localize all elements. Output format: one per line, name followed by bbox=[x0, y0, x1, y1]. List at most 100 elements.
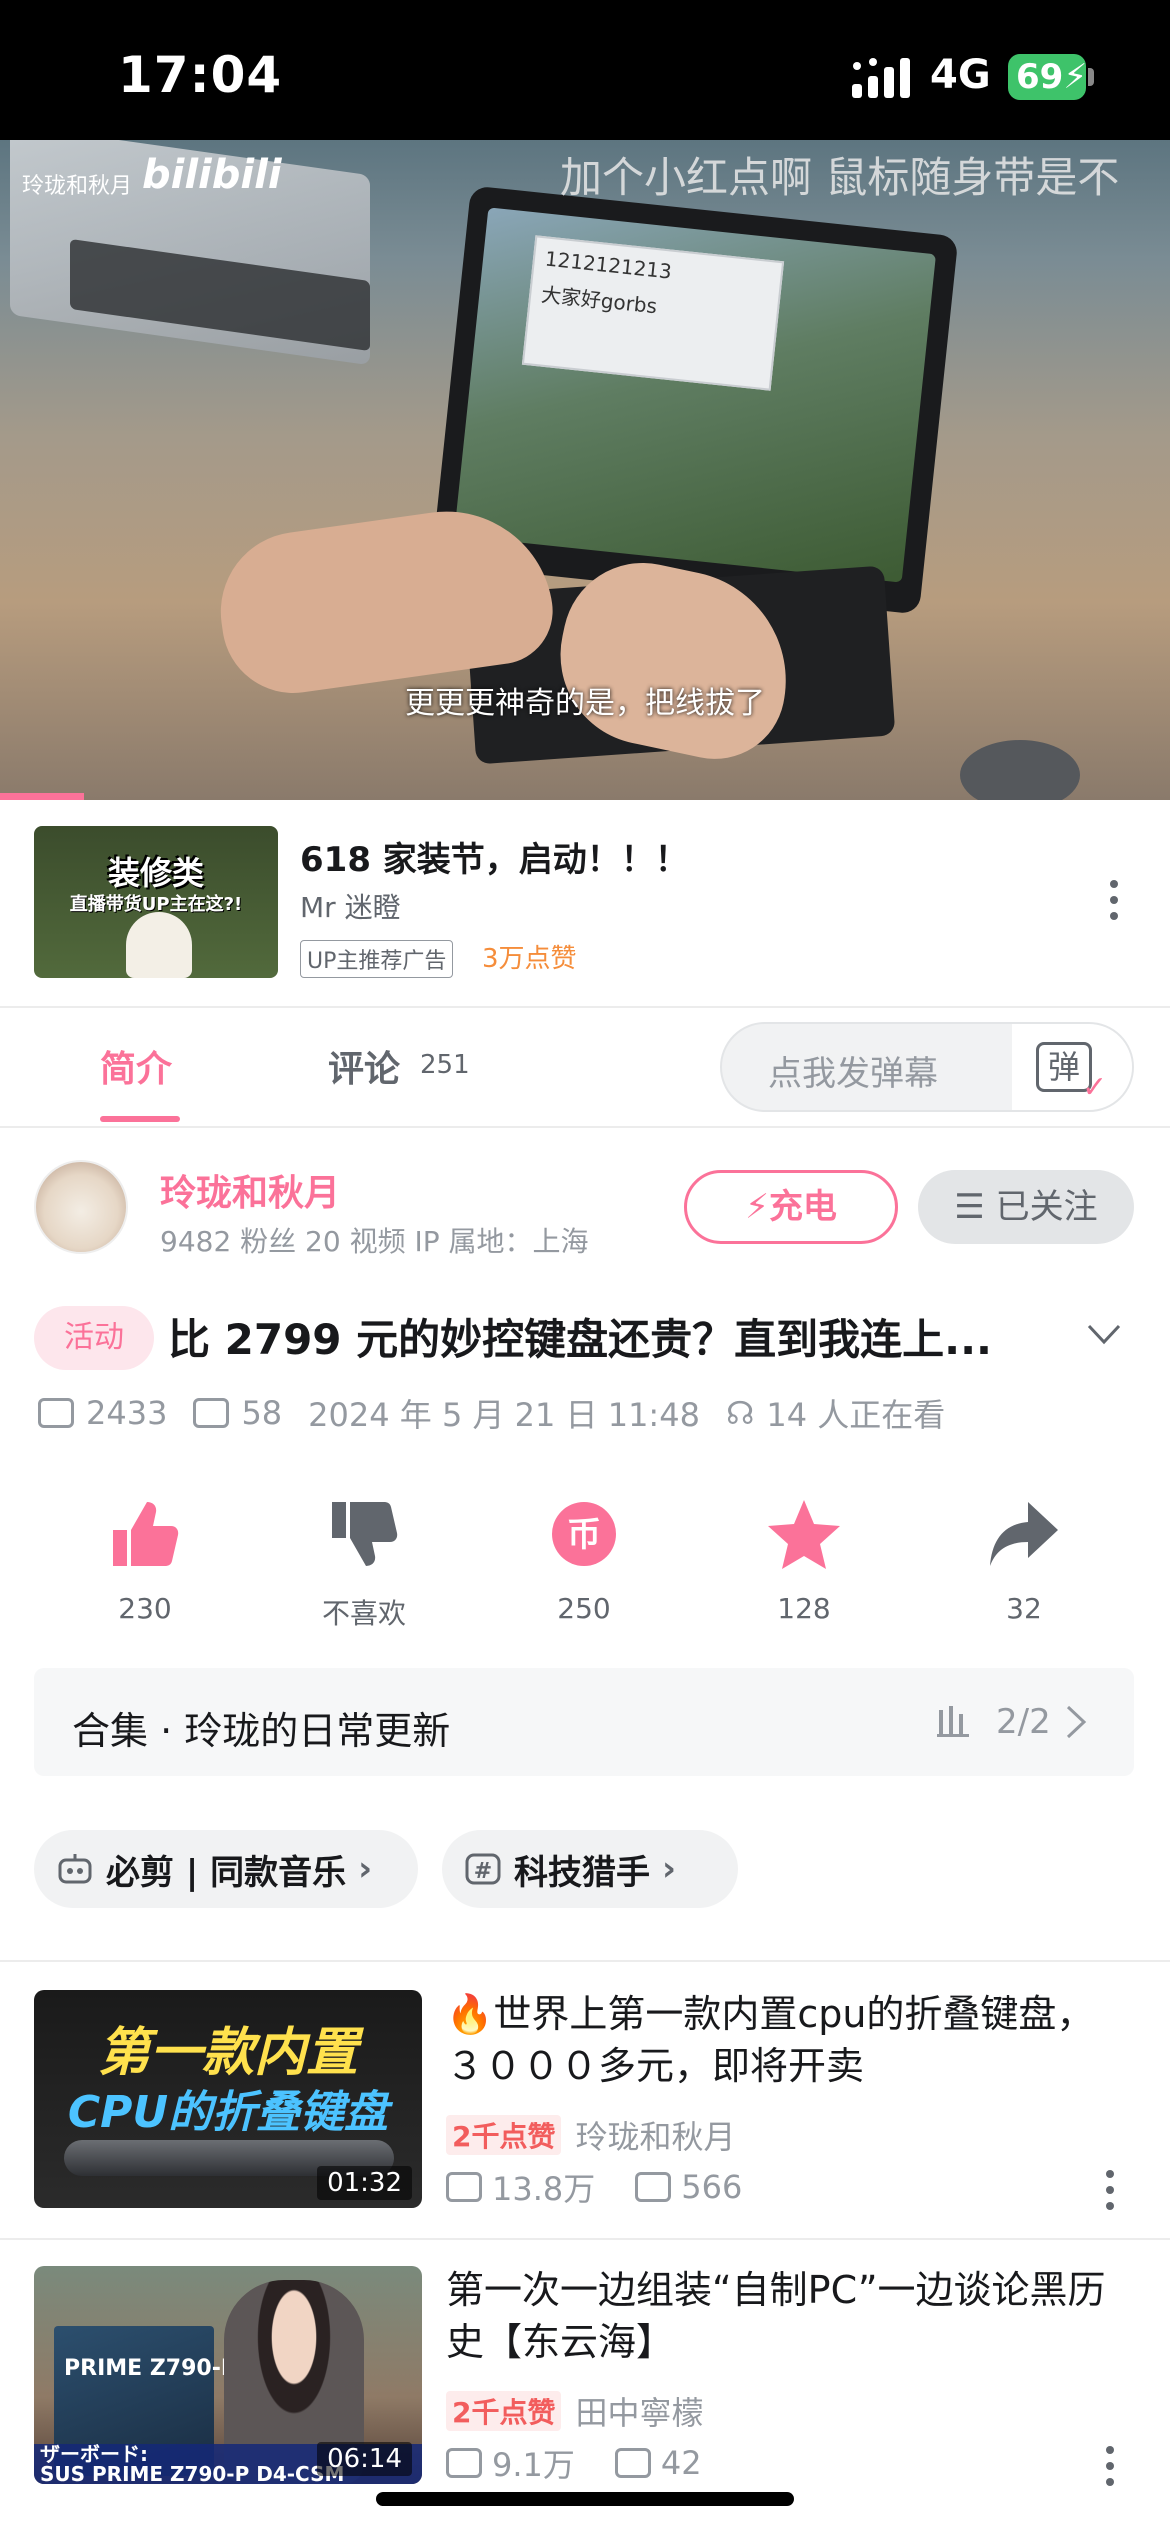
more-options-icon[interactable] bbox=[1108, 880, 1120, 928]
like-button[interactable]: 230 bbox=[65, 1494, 225, 1625]
home-indicator[interactable] bbox=[376, 2492, 794, 2506]
video-thumbnail[interactable]: PRIME Z790-P D4 ザーボード: SUS PRIME Z790-P … bbox=[34, 2266, 422, 2484]
meme-face-image bbox=[126, 912, 192, 978]
ad-badge: UP主推荐广告 bbox=[300, 940, 454, 978]
dislike-button[interactable]: 不喜欢 bbox=[284, 1494, 444, 1632]
activity-tag[interactable]: 活动 bbox=[34, 1306, 154, 1370]
danmaku-count: 58 bbox=[241, 1394, 283, 1432]
danmaku-count-icon bbox=[193, 1398, 230, 1428]
danmaku-toggle-button[interactable]: 弹 ✓ bbox=[1012, 1024, 1132, 1110]
collection-progress: 2/2 bbox=[996, 1702, 1051, 1742]
recommendation-meta: 2千点赞 玲珑和秋月 bbox=[446, 2112, 736, 2158]
tab-comments[interactable]: 评论 bbox=[328, 1040, 400, 1092]
ad-title[interactable]: 618 家装节，启动！！！ bbox=[300, 832, 689, 881]
hot-badge: 2千点赞 bbox=[446, 2115, 562, 2155]
screen-window: 1212121213 大家好gorbs bbox=[521, 235, 785, 391]
danmaku-count: 42 bbox=[660, 2444, 702, 2482]
bilibili-logo: bilibili bbox=[142, 152, 282, 198]
video-watermark: 玲珑和秋月 bbox=[22, 174, 133, 199]
coin-count: 250 bbox=[557, 1592, 611, 1625]
like-count: 230 bbox=[118, 1592, 172, 1625]
chevron-right-icon: › bbox=[662, 1849, 677, 1889]
uploader-name[interactable]: 玲珑和秋月 bbox=[160, 1164, 340, 1216]
danmaku-count-icon bbox=[635, 2172, 672, 2202]
recommendation-meta: 2千点赞 田中寧檬 bbox=[446, 2388, 704, 2434]
more-options-icon[interactable] bbox=[1104, 2170, 1116, 2218]
menu-icon: ☰ bbox=[954, 1187, 996, 1227]
network-type: 4G bbox=[930, 52, 991, 98]
video-thumbnail[interactable]: 第一款内置 CPU的折叠键盘 01:32 bbox=[34, 1990, 422, 2208]
divider bbox=[0, 1960, 1170, 1962]
more-options-icon[interactable] bbox=[1104, 2446, 1116, 2494]
recommendation-author: 玲珑和秋月 bbox=[575, 2118, 736, 2156]
tab-active-indicator bbox=[100, 1116, 180, 1122]
divider bbox=[0, 2238, 1170, 2240]
music-chip[interactable]: 必剪 | 同款音乐 › bbox=[34, 1830, 418, 1908]
collection-label: 合集 · 玲珑的日常更新 bbox=[72, 1709, 451, 1753]
recommendation-title[interactable]: 第一次一边组装“自制PC”一边谈论黑历史【东云海】 bbox=[446, 2264, 1106, 2368]
play-count-icon bbox=[38, 1398, 74, 1428]
mouse-image bbox=[960, 740, 1080, 800]
play-count: 2433 bbox=[86, 1394, 168, 1432]
favorite-button[interactable]: 128 bbox=[724, 1494, 884, 1625]
play-count-icon bbox=[446, 2448, 482, 2478]
tech-chip-label: 科技猎手 bbox=[514, 1852, 650, 1893]
watching-count: 14 人正在看 bbox=[766, 1396, 946, 1434]
video-progress-bar[interactable] bbox=[0, 793, 84, 800]
star-icon bbox=[768, 1500, 840, 1569]
chevron-down-icon[interactable] bbox=[1086, 1322, 1122, 1346]
charge-label: 充电 bbox=[768, 1187, 837, 1227]
clock: 17:04 bbox=[118, 46, 283, 104]
coin-button[interactable]: 币 250 bbox=[504, 1494, 664, 1625]
tab-intro[interactable]: 简介 bbox=[100, 1040, 172, 1092]
status-bar: 17:04 4G 69⚡ bbox=[0, 0, 1170, 140]
playlist-icon bbox=[937, 1706, 969, 1737]
svg-text:#: # bbox=[474, 1859, 492, 1884]
lightning-icon: ⚡ bbox=[745, 1187, 769, 1227]
recommendation-stats: 9.1万 42 bbox=[446, 2440, 702, 2486]
publish-date: 2024 年 5 月 21 日 11:48 bbox=[308, 1396, 700, 1434]
recommendation-stats: 13.8万 566 bbox=[446, 2164, 742, 2210]
thumbs-down-icon bbox=[332, 1502, 398, 1566]
robot-icon bbox=[58, 1854, 92, 1884]
danmaku-input[interactable]: 点我发弹幕 bbox=[768, 1046, 938, 1095]
music-chip-label: 必剪 | 同款音乐 bbox=[106, 1852, 347, 1893]
play-count: 9.1万 bbox=[492, 2446, 575, 2484]
ad-author[interactable]: Mr 迷瞪 bbox=[300, 886, 401, 926]
play-count-icon bbox=[446, 2172, 482, 2202]
follow-button[interactable]: ☰ 已关注 bbox=[918, 1170, 1134, 1244]
ad-thumb-title: 装修类 bbox=[107, 854, 204, 892]
danmaku-count: 566 bbox=[681, 2168, 743, 2206]
thumb-caption: CPU的折叠键盘 bbox=[67, 2087, 389, 2138]
viewers-icon: ☊ bbox=[725, 1394, 755, 1432]
thumbs-up-icon bbox=[113, 1502, 179, 1566]
recommendation-author: 田中寧檬 bbox=[575, 2394, 704, 2432]
tech-chip[interactable]: # 科技猎手 › bbox=[442, 1830, 738, 1908]
battery-tip bbox=[1088, 68, 1094, 86]
recommendation-title[interactable]: 🔥世界上第一款内置cpu的折叠键盘，３０００多元，即将开卖 bbox=[446, 1988, 1106, 2092]
follow-label: 已关注 bbox=[995, 1187, 1098, 1227]
signal-icon bbox=[852, 58, 910, 98]
favorite-count: 128 bbox=[777, 1592, 831, 1625]
danmaku-count-icon bbox=[614, 2448, 651, 2478]
battery-level: 69 bbox=[1016, 57, 1064, 97]
ad-thumbnail[interactable]: 装修类 直播带货UP主在这?! bbox=[34, 826, 278, 978]
chevron-right-icon: › bbox=[358, 1849, 373, 1889]
battery-charging-icon: 69⚡ bbox=[1008, 54, 1087, 100]
thumb-caption: 第一款内置 bbox=[97, 2023, 358, 2083]
chevron-right-icon[interactable] bbox=[1064, 1704, 1088, 1740]
video-subtitle: 更更更神奇的是，把线拔了 bbox=[405, 686, 765, 721]
video-title: 比 2799 元的妙控键盘还贵？直到我连上... bbox=[168, 1315, 993, 1364]
divider bbox=[0, 1126, 1170, 1128]
hot-badge: 2千点赞 bbox=[446, 2391, 562, 2431]
charge-button[interactable]: ⚡充电 bbox=[684, 1170, 898, 1244]
video-meta-row: 2433 58 2024 年 5 月 21 日 11:48 ☊ 14 人正在看 bbox=[38, 1390, 945, 1436]
check-icon: ✓ bbox=[1082, 1070, 1108, 1105]
divider bbox=[0, 1006, 1170, 1008]
video-duration: 06:14 bbox=[317, 2442, 412, 2476]
avatar[interactable] bbox=[34, 1160, 128, 1254]
hashtag-icon: # bbox=[465, 1853, 501, 1885]
share-arrow-icon bbox=[990, 1502, 1058, 1566]
share-button[interactable]: 32 bbox=[944, 1494, 1104, 1625]
coin-icon: 币 bbox=[552, 1502, 616, 1566]
